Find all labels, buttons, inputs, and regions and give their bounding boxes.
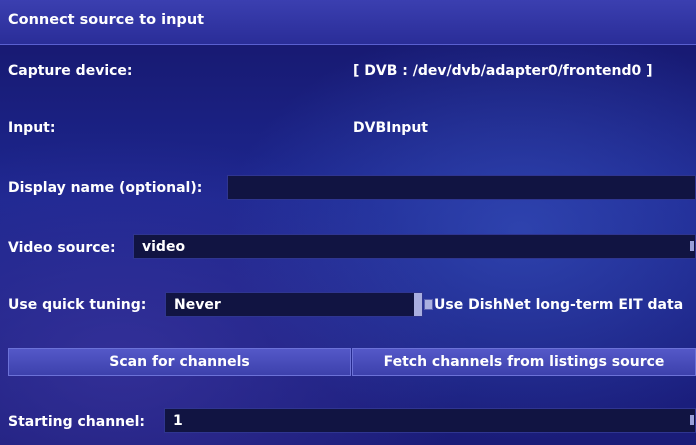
window-title: Connect source to input <box>8 12 205 28</box>
fetch-channels-button[interactable]: Fetch channels from listings source <box>352 348 696 376</box>
input-value: DVBInput <box>353 120 428 136</box>
input-label: Input: <box>8 120 56 136</box>
display-name-label: Display name (optional): <box>8 180 203 196</box>
dishnet-label: Use DishNet long-term EIT data <box>434 297 684 313</box>
quick-tuning-dropdown-icon[interactable] <box>414 293 422 316</box>
dishnet-checkbox[interactable] <box>424 299 433 310</box>
capture-device-value: [ DVB : /dev/dvb/adapter0/frontend0 ] <box>353 63 653 79</box>
scan-channels-button[interactable]: Scan for channels <box>8 348 351 376</box>
quick-tuning-select[interactable]: Never <box>165 292 423 317</box>
starting-channel-field[interactable]: 1 <box>164 408 696 433</box>
capture-device-label: Capture device: <box>8 63 133 79</box>
video-source-value: video <box>142 239 186 255</box>
video-source-label: Video source: <box>8 240 116 256</box>
starting-channel-label: Starting channel: <box>8 414 146 430</box>
quick-tuning-label: Use quick tuning: <box>8 297 147 313</box>
video-source-select[interactable]: video <box>133 234 696 259</box>
video-source-dropdown-icon[interactable] <box>690 241 694 251</box>
display-name-field[interactable] <box>227 175 696 200</box>
starting-channel-dropdown-icon[interactable] <box>690 415 694 425</box>
starting-channel-value: 1 <box>173 413 183 429</box>
quick-tuning-value: Never <box>174 297 221 313</box>
